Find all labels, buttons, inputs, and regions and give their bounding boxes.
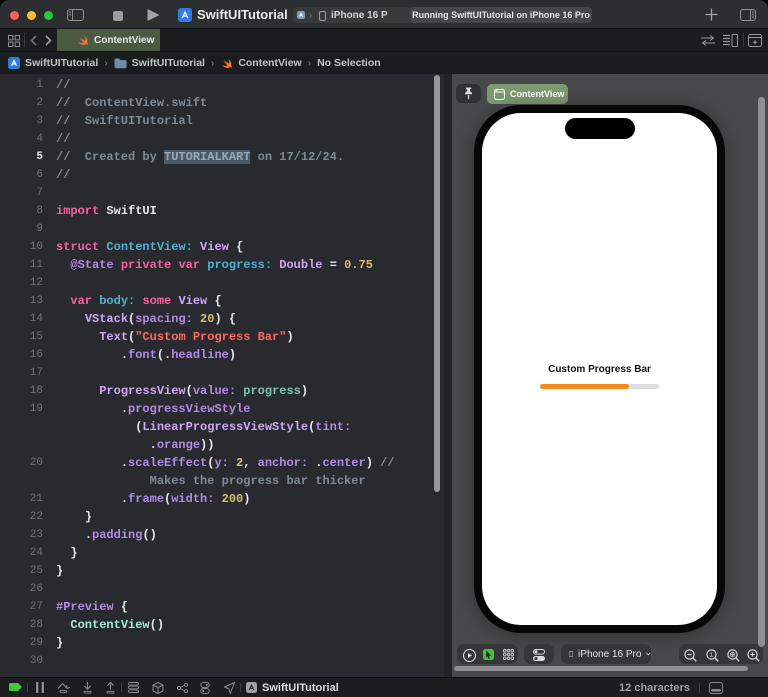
svg-text:1: 1 <box>710 651 714 658</box>
